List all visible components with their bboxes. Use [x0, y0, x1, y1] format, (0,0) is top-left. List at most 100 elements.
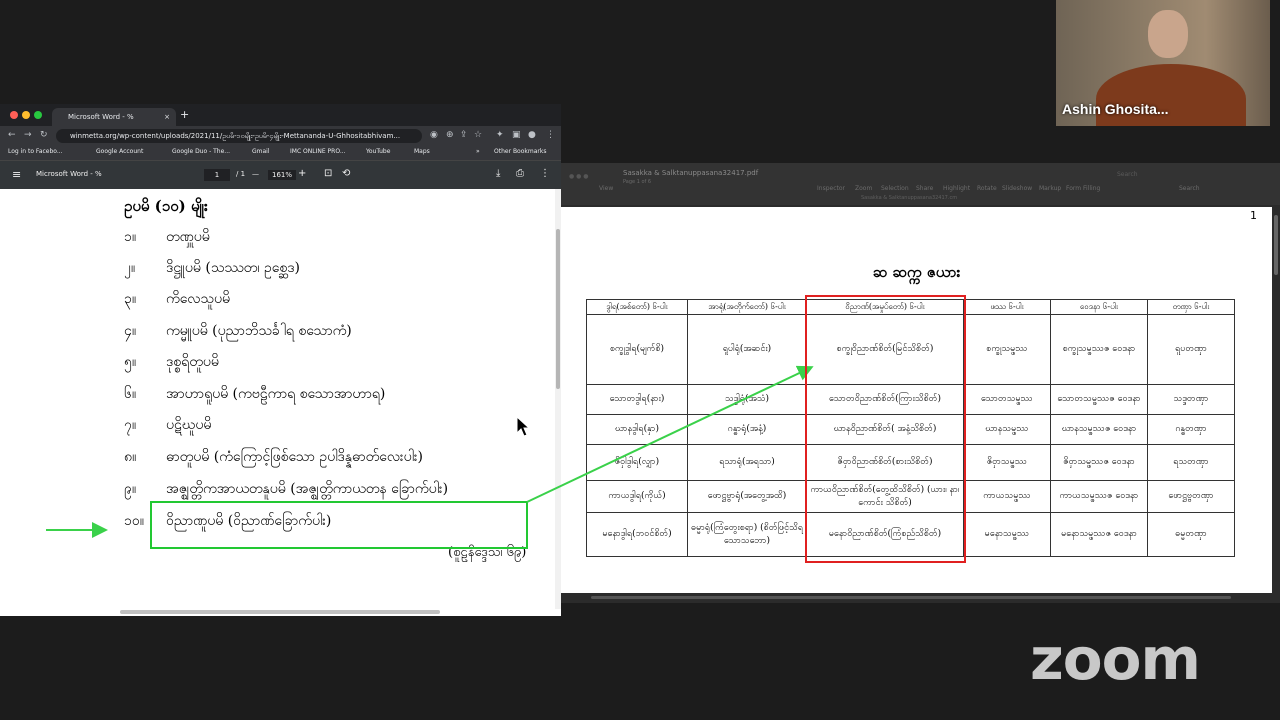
- rotate-button[interactable]: Rotate: [977, 185, 997, 192]
- table-row: စက္ခုဒွါရ(မျက်စိ) ရူပါရုံ(အဆင်း) စက္ခုဝိ…: [586, 314, 1235, 385]
- zoom-level[interactable]: 161%: [268, 170, 297, 180]
- menu-icon[interactable]: ≡: [12, 168, 21, 181]
- zoom-button[interactable]: Zoom: [855, 185, 872, 192]
- table-cell: စက္ခုသမ္ဖဿ: [963, 314, 1051, 385]
- table-cell: ရူပါရုံ(အဆင်း): [687, 314, 807, 385]
- zoom-page-icon[interactable]: ⊕: [446, 130, 454, 140]
- list-item: ၅။ ဒုစ္စရိတူပမိ: [124, 352, 219, 373]
- maximize-window-button[interactable]: [34, 111, 42, 119]
- bookmark-imc-online[interactable]: IMC ONLINE PRO...: [290, 148, 346, 155]
- print-icon[interactable]: ⎙: [516, 168, 524, 179]
- item-number: ၇။: [124, 417, 137, 433]
- list-item: ၆။ အာဟာရူပမိ (ကဗဠီကာရ စသောအာဟာရ): [124, 384, 385, 405]
- table-cell: ဇိဝှာဝိညာဏ်စိတ်(စားသိစိတ်): [806, 444, 964, 481]
- table-cell: စက္ခုဒွါရ(မျက်စိ): [586, 314, 688, 385]
- item-number: ၈။: [124, 449, 137, 465]
- preview-window-subtitle: Page 1 of 6: [623, 179, 652, 185]
- table-cell: သောတသမ္ဖဿ: [963, 384, 1051, 415]
- browser-tab[interactable]: Microsoft Word - % ×: [52, 108, 176, 126]
- table-row: ဇိဝှါဒွါရ(လျှာ) ရသာရုံ(အရသာ) ဇိဝှာဝိညာဏ်…: [586, 444, 1235, 481]
- participant-name: Ashin Ghosita...: [1062, 101, 1169, 117]
- item-text: ဓာတူပမိ (ကံကြောင့်ဖြစ်သော ဥပါဒိန္နဓာတ်လေ…: [166, 449, 423, 465]
- reload-icon[interactable]: ↻: [40, 130, 48, 140]
- side-panel-icon[interactable]: ▣: [512, 130, 521, 140]
- extensions-icon[interactable]: ✦: [496, 130, 504, 140]
- rotate-icon[interactable]: ⟲: [342, 168, 350, 179]
- bookmark-star-icon[interactable]: ☆: [474, 130, 482, 140]
- google-lens-icon[interactable]: ◉: [430, 130, 438, 140]
- window-controls-icon[interactable]: ● ● ●: [569, 173, 589, 180]
- table-title: ဆ ဆက္က ဇယား: [872, 263, 961, 281]
- address-bar[interactable]: winmetta.org/wp-content/uploads/2021/11/…: [56, 129, 422, 143]
- bookmark-youtube[interactable]: YouTube: [366, 148, 390, 155]
- table-cell: ဃာနဝိညာဏ်စိတ်( အနံ့သိစိတ်): [806, 414, 964, 445]
- list-item: ၉။ အဇ္ဈတ္တိကအာယတနူပမိ (အဇ္ဈတ္တိကာယတန ခြော…: [124, 479, 448, 500]
- bookmark-gmail[interactable]: Gmail: [252, 148, 270, 155]
- preview-toolbar: ● ● ● View Sasakka & Salktanuppasana3241…: [561, 163, 1280, 205]
- six-six-table: ဒွါရ(အစ်တော်) ၆-ပါး အာရုံ(အတိုက်တော်) ၆-…: [586, 299, 1235, 557]
- table-cell: မနောဝိညာဏ်စိတ်(ကြံစည်သိစိတ်): [806, 512, 964, 557]
- bookmark-google-account[interactable]: Google Account: [96, 148, 143, 155]
- item-text: အဇ္ဈတ္တိကအာယတနူပမိ (အဇ္ဈတ္တိကာယတန ခြောက်…: [166, 481, 449, 497]
- search-button[interactable]: Search: [1179, 185, 1200, 192]
- table-cell: ကာယသမ္ဖဿဇ ဝေဒနာ: [1050, 480, 1148, 513]
- back-icon[interactable]: ←: [8, 130, 16, 140]
- bookmark-google-duo[interactable]: Google Duo - The...: [172, 148, 230, 155]
- bookmark-maps[interactable]: Maps: [414, 148, 430, 155]
- table-cell: ဂန္ဓတဏှာ: [1147, 414, 1235, 445]
- zoom-out-button[interactable]: —: [252, 170, 259, 178]
- forward-icon[interactable]: →: [24, 130, 32, 140]
- inspector-button[interactable]: Inspector: [817, 185, 845, 192]
- share-button[interactable]: Share: [916, 185, 933, 192]
- table-cell: ဃာနသမ္ဖဿ: [963, 414, 1051, 445]
- item-number: ၄။: [124, 323, 137, 339]
- table-cell: ဃာနသမ္ဖဿဇ ဝေဒနာ: [1050, 414, 1148, 445]
- table-cell: မနောဒွါရ(ဘဝင်စိတ်): [586, 512, 688, 557]
- preview-vertical-scrollbar[interactable]: [1272, 207, 1280, 593]
- scroll-thumb[interactable]: [556, 229, 560, 389]
- citation: (စူဠနိဒ္ဒေသ၊ ၆၉): [448, 545, 527, 560]
- more-options-icon[interactable]: ⋮: [540, 168, 550, 179]
- header-cell: ဖဿ ၆-ပါး: [963, 299, 1051, 315]
- minimize-window-button[interactable]: [22, 111, 30, 119]
- item-number: ၁။: [124, 229, 137, 245]
- page-number-input[interactable]: 1: [204, 169, 230, 181]
- preview-horizontal-scrollbar[interactable]: [591, 596, 1231, 599]
- bookmark-facebook[interactable]: Log in to Facebo...: [8, 148, 63, 155]
- other-bookmarks[interactable]: Other Bookmarks: [494, 148, 546, 155]
- new-tab-button[interactable]: +: [180, 108, 189, 121]
- selection-button[interactable]: Selection: [881, 185, 909, 192]
- table-cell: ဇိဝှာသမ္ဖဿ: [963, 444, 1051, 481]
- table-cell: ကာယသမ္ဖဿ: [963, 480, 1051, 513]
- fit-page-icon[interactable]: ⊡: [324, 168, 332, 179]
- horizontal-scrollbar[interactable]: [120, 610, 440, 614]
- table-cell: ရူပတဏှာ: [1147, 314, 1235, 385]
- chrome-menu-icon[interactable]: ⋮: [546, 130, 555, 140]
- profile-avatar[interactable]: ●: [528, 130, 536, 140]
- table-cell: ဇိဝှါဒွါရ(လျှာ): [586, 444, 688, 481]
- slideshow-button[interactable]: Slideshow: [1002, 185, 1032, 192]
- close-window-button[interactable]: [10, 111, 18, 119]
- bookmarks-overflow[interactable]: »: [476, 148, 480, 155]
- tab-close-icon[interactable]: ×: [164, 108, 170, 126]
- download-icon[interactable]: ⤓: [496, 168, 500, 179]
- view-button[interactable]: View: [599, 185, 613, 192]
- item-number: ၉။: [124, 481, 137, 497]
- table-row: သောတဒွါရ(နား) သဒ္ဒါရုံ(အသံ) သောတဝိညာဏ်စိ…: [586, 384, 1235, 415]
- markup-button[interactable]: Markup: [1039, 185, 1061, 192]
- form-filling-button[interactable]: Form Filling: [1066, 185, 1100, 192]
- pdf-document-page: ဥပမိ (၁၀) မျိုး ၁။ တဏှူပမိ ၂။ ဒိဋ္ဌူပမိ (သ…: [0, 189, 555, 609]
- header-cell: ဒွါရ(အစ်တော်) ၆-ပါး: [586, 299, 688, 315]
- table-row: မနောဒွါရ(ဘဝင်စိတ်) ဓမ္မာရုံ(ကြံတွေးစရာ) …: [586, 512, 1235, 557]
- participant-video-tile[interactable]: Ashin Ghosita...: [1056, 0, 1270, 126]
- item-number: ၂။: [124, 260, 136, 276]
- table-cell: ကာယဝိညာဏ်စိတ်(တွေ့ထိသိစိတ်) (ယား၊ နာ၊ ကေ…: [806, 480, 964, 513]
- highlight-button[interactable]: Highlight: [943, 185, 970, 192]
- item-text: ကမ္မူပမိ (ပုညာဘိသင်္ခါရ စသောကံ): [166, 323, 352, 339]
- bookmarks-bar: Log in to Facebo... Google Account Googl…: [0, 146, 561, 161]
- table-row: ဃာနဒွါရ(နှာ) ဂန္ဓာရုံ(အနံ့) ဃာနဝိညာဏ်စိတ…: [586, 414, 1235, 445]
- share-icon[interactable]: ⇪: [460, 130, 468, 140]
- zoom-in-button[interactable]: +: [298, 168, 306, 179]
- scroll-thumb[interactable]: [1274, 215, 1278, 275]
- search-field[interactable]: Search: [1117, 171, 1138, 178]
